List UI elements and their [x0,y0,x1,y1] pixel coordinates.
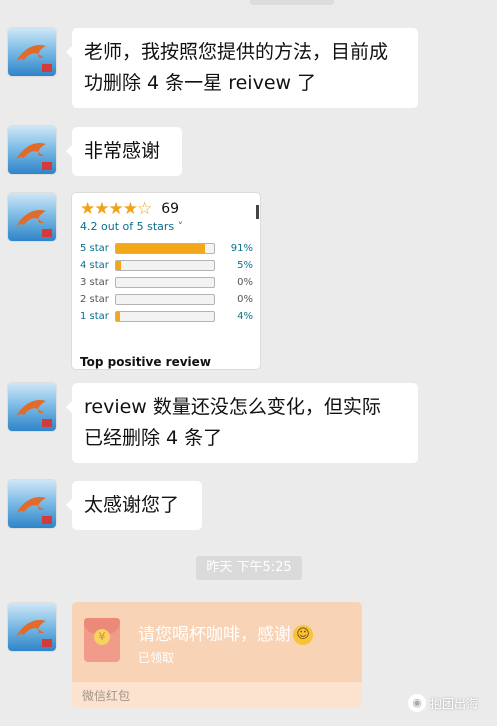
histogram-row: 4 star 5% [80,257,255,274]
histogram-percent: 5% [237,260,253,271]
review-screenshot-image[interactable]: ★★★★☆ 69 4.2 out of 5 stars ˅ 5 star 91%… [72,193,260,369]
avatar[interactable] [8,126,56,174]
histogram-percent: 91% [230,243,253,254]
rating-summary: ★★★★☆ 69 [80,199,179,219]
histogram-bar [115,260,215,271]
red-packet-title-text: 请您喝杯咖啡，感谢 [138,625,291,645]
message-line: 已经删除 4 条了 [84,427,223,449]
smiley-icon: ☺ [293,625,313,645]
message-bubble: 非常感谢 [66,127,182,176]
watermark-text: 抱团出海 [430,696,479,711]
red-envelope-icon: ¥ [84,618,120,662]
histogram-row: 5 star 91% [80,240,255,257]
histogram-label: 2 star [80,294,109,305]
coin-icon: ¥ [94,629,110,645]
histogram-row: 2 star 0% [80,291,255,308]
histogram-bar [115,294,215,305]
watermark: ◉ 抱团出海 [408,694,478,712]
histogram-label: 5 star [80,243,109,254]
avatar[interactable] [8,193,56,241]
histogram-bar [115,277,215,288]
avatar[interactable] [8,603,56,651]
message-text: 非常感谢 [84,140,161,162]
avatar[interactable] [8,28,56,76]
message-line: 功删除 4 条一星 reivew 了 [84,72,317,94]
histogram-percent: 0% [237,294,253,305]
message-bubble: 老师，我按照您提供的方法，目前成 功删除 4 条一星 reivew 了 [66,28,418,108]
red-packet-status: 已领取 [138,651,175,665]
red-packet-message[interactable]: ¥ 请您喝杯咖啡，感谢 ☺ 已领取 微信红包 [72,602,362,708]
histogram-label: 1 star [80,311,109,322]
dolphin-icon [16,209,52,237]
scrollbar-marker [256,205,259,219]
dolphin-icon [16,399,52,427]
top-divider [250,0,334,5]
rating-count: 69 [161,201,180,217]
average-rating-link: 4.2 out of 5 stars ˅ [80,220,184,233]
dolphin-icon [16,619,52,647]
dolphin-icon [16,142,52,170]
red-packet-title: 请您喝杯咖啡，感谢 ☺ [138,620,313,645]
message-text: 太感谢您了 [84,494,180,516]
histogram-bar [115,243,215,254]
message-line: 老师，我按照您提供的方法，目前成 [84,41,389,63]
top-positive-review-heading: Top positive review [80,355,211,369]
rating-histogram: 5 star 91% 4 star 5% 3 star 0% 2 star 0%… [80,240,255,325]
avatar[interactable] [8,383,56,431]
histogram-fill [116,261,121,270]
histogram-fill [116,244,206,253]
histogram-label: 4 star [80,260,109,271]
histogram-percent: 4% [237,311,253,322]
dolphin-icon [16,496,52,524]
message-bubble: 太感谢您了 [66,481,202,530]
message-bubble: review 数量还没怎么变化，但实际 已经删除 4 条了 [66,383,418,463]
histogram-row: 1 star 4% [80,308,255,325]
histogram-row: 3 star 0% [80,274,255,291]
red-packet-body: ¥ 请您喝杯咖啡，感谢 ☺ 已领取 [72,602,362,682]
red-packet-footer: 微信红包 [82,689,131,703]
histogram-bar [115,311,215,322]
histogram-label: 3 star [80,277,109,288]
histogram-percent: 0% [237,277,253,288]
avatar[interactable] [8,480,56,528]
histogram-fill [116,312,120,321]
message-line: review 数量还没怎么变化，但实际 [84,396,381,418]
star-rating-icon: ★★★★☆ [80,199,152,219]
dolphin-icon [16,44,52,72]
timestamp: 昨天 下午5:25 [196,556,302,580]
wechat-logo-icon: ◉ [408,694,426,712]
